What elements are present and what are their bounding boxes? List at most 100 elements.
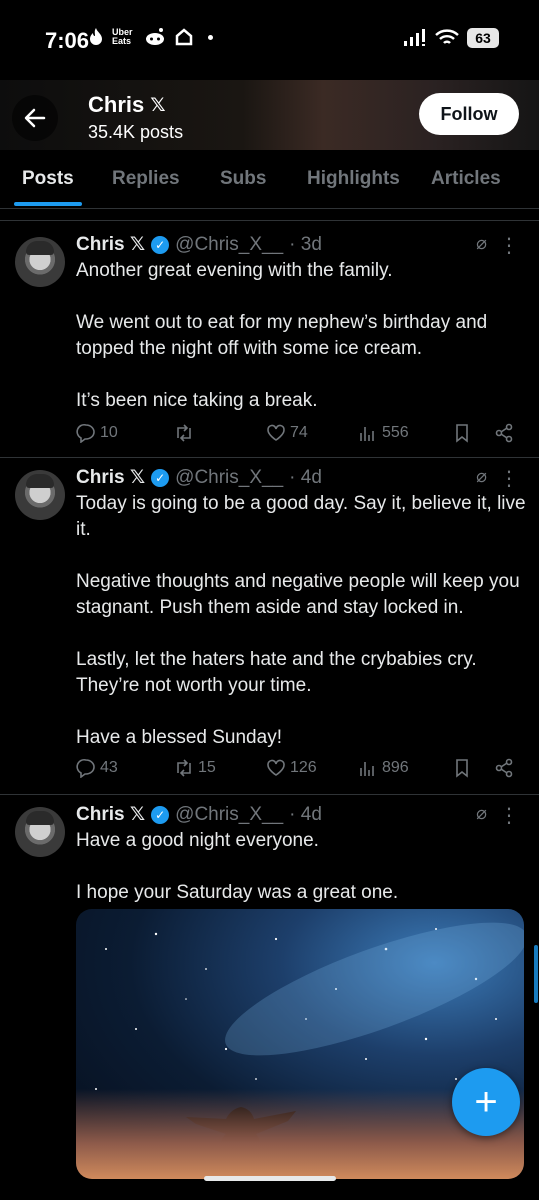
more-options-icon[interactable]: ⋮ <box>499 233 519 258</box>
status-bar: 7:06 Uber Eats 63 <box>0 0 539 80</box>
more-options-icon[interactable]: ⋮ <box>499 803 519 828</box>
system-icons: 63 <box>403 28 499 48</box>
tab-articles[interactable]: Articles <box>431 168 501 190</box>
tab-replies[interactable]: Replies <box>112 168 180 190</box>
profile-name: Chris 𝕏 <box>88 92 166 118</box>
scrollbar[interactable] <box>534 945 538 1003</box>
post-text: Have a good night everyone. I hope your … <box>76 828 526 906</box>
post-time: · 4d <box>289 466 322 488</box>
post-paragraph: Have a blessed Sunday! <box>76 727 282 748</box>
avatar[interactable] <box>15 237 65 287</box>
post-paragraph: Lastly, let the haters hate and the cryb… <box>76 649 477 696</box>
post-text: Another great evening with the family. W… <box>76 258 526 414</box>
home-icon <box>175 28 193 46</box>
verified-badge-icon: ✓ <box>151 805 170 824</box>
post[interactable]: Chris 𝕏 ✓ @Chris_X__ · 4d ⌀ ⋮ Today is g… <box>0 458 539 794</box>
post-time: · 4d <box>289 803 322 825</box>
heart-icon <box>267 759 285 776</box>
post-paragraph: I hope your Saturday was a great one. <box>76 882 399 903</box>
view-count: 556 <box>382 424 409 441</box>
follow-button[interactable]: Follow <box>419 93 519 135</box>
profile-header: Chris 𝕏 35.4K posts Follow <box>0 80 539 150</box>
post-actions: 10 74 556 <box>76 423 526 447</box>
repost-button[interactable]: 15 <box>174 758 216 778</box>
post-header: Chris 𝕏 ✓ @Chris_X__ · 4d <box>76 466 322 489</box>
repost-icon <box>177 424 191 442</box>
view-count: 896 <box>382 759 409 776</box>
compose-post-button[interactable]: + <box>452 1068 520 1136</box>
post[interactable]: Chris 𝕏 ✓ @Chris_X__ · 3d ⌀ ⋮ Another gr… <box>0 221 539 457</box>
wifi-icon <box>435 29 459 44</box>
like-button[interactable]: 126 <box>266 758 317 778</box>
reply-icon <box>76 758 95 778</box>
profile-name-text: Chris <box>88 92 145 117</box>
views-button[interactable]: 556 <box>358 423 409 443</box>
avatar[interactable] <box>15 470 65 520</box>
verified-badge-icon: ✓ <box>151 235 170 254</box>
arrow-left-icon <box>24 108 46 128</box>
home-indicator[interactable] <box>204 1176 336 1181</box>
tab-posts[interactable]: Posts <box>22 168 74 190</box>
tab-highlights[interactable]: Highlights <box>307 168 400 190</box>
views-button[interactable]: 896 <box>358 758 409 778</box>
post[interactable]: Chris 𝕏 ✓ @Chris_X__ · 4d ⌀ ⋮ Have a goo… <box>0 795 539 1195</box>
views-icon <box>360 427 374 441</box>
share-icon[interactable] <box>494 423 514 443</box>
battery-indicator: 63 <box>467 28 499 48</box>
reddit-icon <box>146 28 164 45</box>
flame-icon <box>90 28 102 45</box>
signal-icon <box>404 29 425 46</box>
reply-icon <box>76 423 95 443</box>
post-actions: 43 15 126 896 <box>76 758 526 782</box>
like-count: 74 <box>290 424 308 441</box>
x-badge-icon: 𝕏 <box>150 94 166 116</box>
grok-icon[interactable]: ⌀ <box>476 466 487 487</box>
post-image[interactable] <box>76 909 524 1179</box>
post-paragraph: We went out to eat for my nephew’s birth… <box>76 312 488 359</box>
repost-icon <box>177 759 191 777</box>
more-options-icon[interactable]: ⋮ <box>499 466 519 491</box>
reply-button[interactable]: 10 <box>76 423 118 443</box>
post-paragraph: Negative thoughts and negative people wi… <box>76 571 520 618</box>
like-button[interactable]: 74 <box>266 423 308 443</box>
post-count: 35.4K posts <box>88 122 184 142</box>
status-time: 7:06 <box>45 28 90 53</box>
author-name[interactable]: Chris 𝕏 <box>76 466 145 489</box>
bookmark-icon[interactable] <box>452 758 472 778</box>
author-name[interactable]: Chris 𝕏 <box>76 803 145 826</box>
author-handle[interactable]: @Chris_X__ <box>175 804 283 826</box>
post-paragraph: Today is going to be a good day. Say it,… <box>76 493 526 540</box>
post-paragraph: It’s been nice taking a break. <box>76 390 318 411</box>
repost-count: 15 <box>198 759 216 776</box>
tab-subs[interactable]: Subs <box>220 168 266 190</box>
verified-badge-icon: ✓ <box>151 468 170 487</box>
post-time: · 3d <box>289 233 322 255</box>
bookmark-icon[interactable] <box>452 423 472 443</box>
post-paragraph: Have a good night everyone. <box>76 830 319 851</box>
reply-button[interactable]: 43 <box>76 758 118 778</box>
heart-icon <box>267 424 285 441</box>
author-handle[interactable]: @Chris_X__ <box>175 467 283 489</box>
author-name[interactable]: Chris 𝕏 <box>76 233 145 256</box>
share-icon[interactable] <box>494 758 514 778</box>
grok-icon[interactable]: ⌀ <box>476 803 487 824</box>
notification-icons: Uber Eats <box>88 27 213 47</box>
back-button[interactable] <box>12 95 58 141</box>
reply-count: 10 <box>100 424 118 441</box>
post-paragraph: Another great evening with the family. <box>76 260 393 281</box>
active-tab-indicator <box>14 202 82 206</box>
grok-icon[interactable]: ⌀ <box>476 233 487 254</box>
reply-count: 43 <box>100 759 118 776</box>
post-text: Today is going to be a good day. Say it,… <box>76 491 526 751</box>
views-icon <box>360 762 374 776</box>
post-header: Chris 𝕏 ✓ @Chris_X__ · 4d <box>76 803 322 826</box>
dot-icon <box>208 34 213 40</box>
avatar[interactable] <box>15 807 65 857</box>
profile-tabs: Posts Replies Subs Highlights Articles <box>0 150 539 209</box>
posts-feed: Chris 𝕏 ✓ @Chris_X__ · 3d ⌀ ⋮ Another gr… <box>0 220 539 1195</box>
post-header: Chris 𝕏 ✓ @Chris_X__ · 3d <box>76 233 322 256</box>
uber-eats-icon: Uber Eats <box>112 27 133 46</box>
like-count: 126 <box>290 759 317 776</box>
repost-button[interactable] <box>174 423 198 443</box>
author-handle[interactable]: @Chris_X__ <box>175 234 283 256</box>
